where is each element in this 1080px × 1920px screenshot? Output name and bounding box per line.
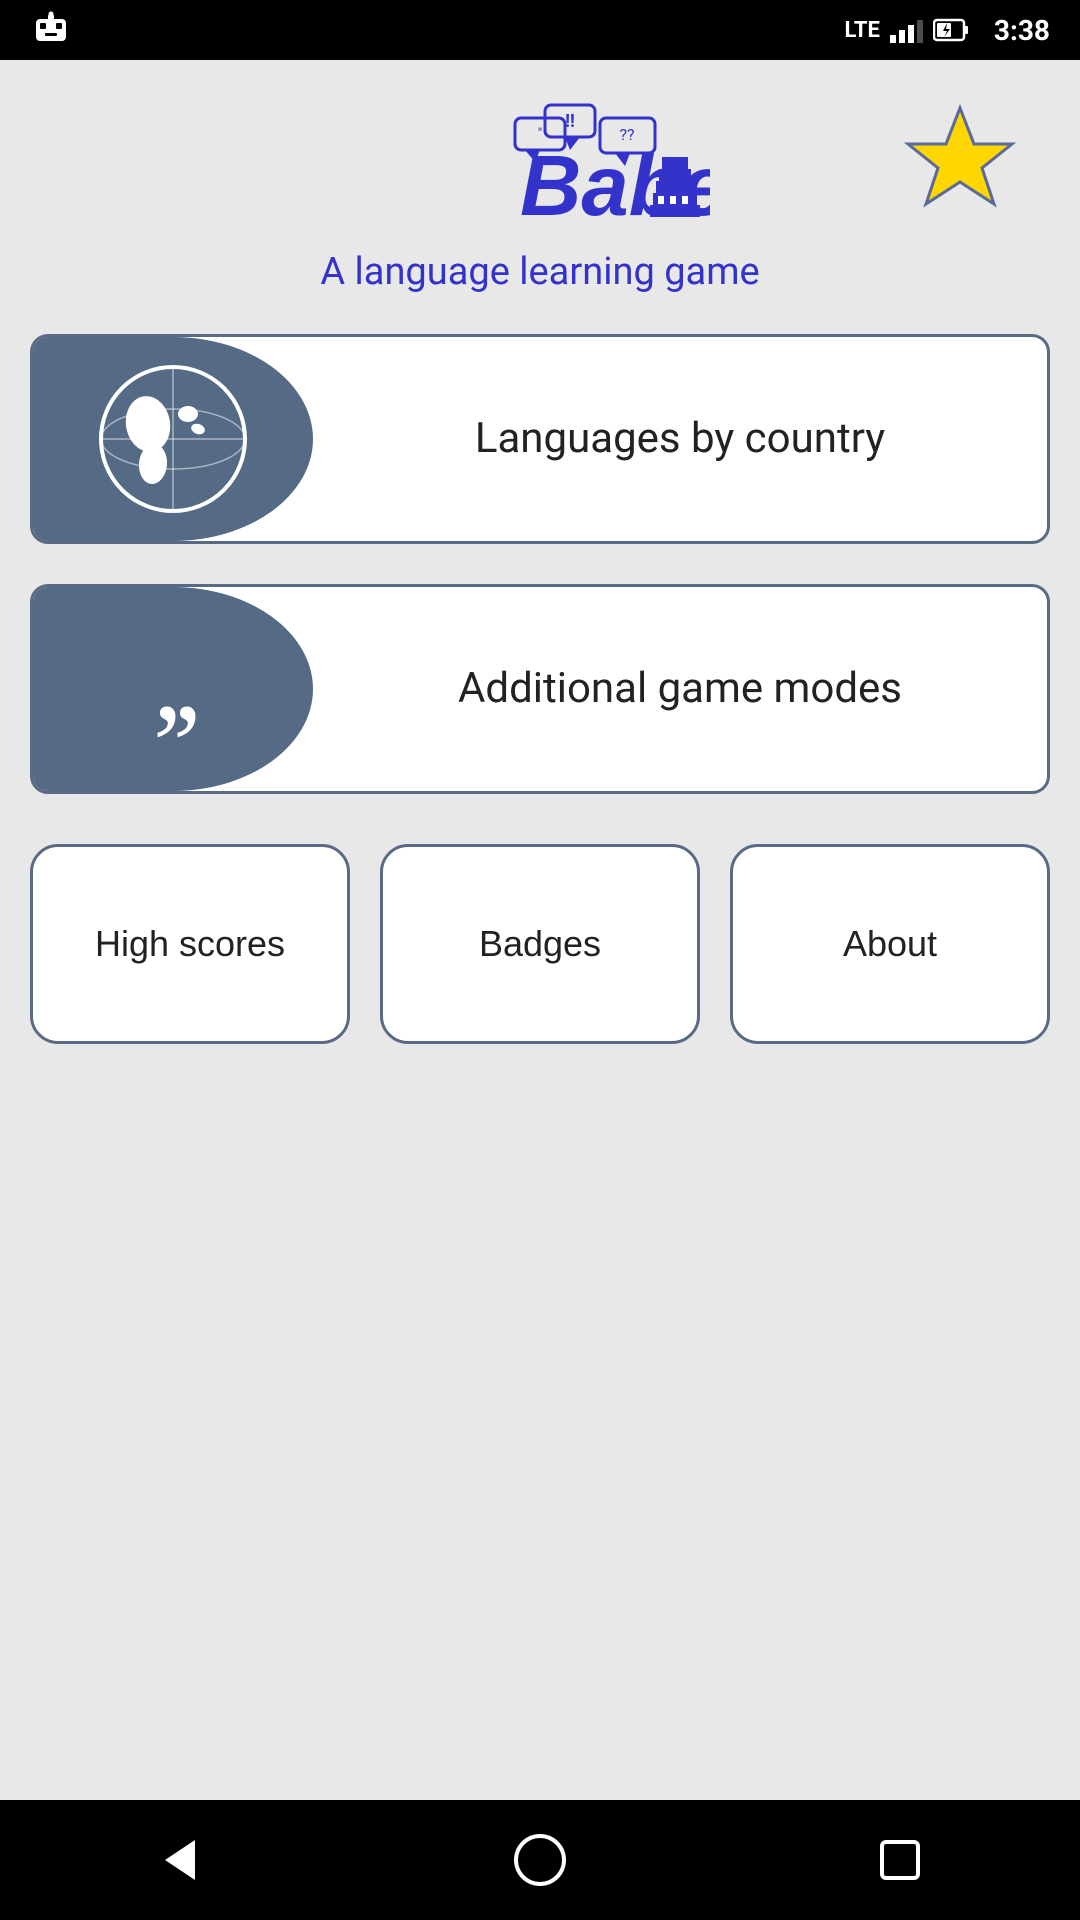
recents-icon (870, 1830, 930, 1890)
svg-text:!!: !! (565, 111, 575, 132)
star-icon (900, 100, 1020, 220)
high-scores-button[interactable]: High scores (30, 844, 350, 1044)
badges-button[interactable]: Badges (380, 844, 700, 1044)
recents-button[interactable] (870, 1830, 930, 1890)
additional-game-modes-text: Additional game modes (313, 587, 1047, 791)
app-subtitle: A language learning game (320, 250, 759, 294)
status-icons: LTE 3:38 (844, 14, 1050, 47)
battery-icon (933, 16, 969, 44)
signal-strength (890, 17, 923, 43)
notification-icon-area (30, 0, 72, 60)
app-logo: !! ?? " Babel (370, 100, 710, 240)
about-label: About (843, 923, 937, 965)
back-icon (150, 1830, 210, 1890)
languages-by-country-text: Languages by country (313, 337, 1047, 541)
logo-container: !! ?? " Babel (320, 100, 759, 294)
home-button[interactable] (510, 1830, 570, 1890)
additional-game-modes-card[interactable]: ,, Additional game modes (30, 584, 1050, 794)
back-button[interactable] (150, 1830, 210, 1890)
globe-icon (93, 359, 253, 519)
quote-marks-icon: ,, (153, 619, 193, 759)
status-bar: LTE 3:38 (0, 0, 1080, 60)
lte-indicator: LTE (844, 18, 879, 43)
favorites-star-button[interactable] (900, 100, 1020, 223)
badges-label: Badges (479, 923, 601, 965)
robot-icon (30, 9, 72, 51)
globe-icon-section (33, 337, 313, 541)
app-header: !! ?? " Babel (30, 100, 1050, 294)
quotes-icon-section: ,, (33, 587, 313, 791)
status-time: 3:38 (994, 14, 1050, 47)
languages-by-country-card[interactable]: Languages by country (30, 334, 1050, 544)
home-icon (510, 1830, 570, 1890)
navigation-bar (0, 1800, 1080, 1920)
additional-game-modes-label: Additional game modes (458, 662, 902, 717)
high-scores-label: High scores (95, 923, 285, 965)
languages-by-country-label: Languages by country (475, 412, 885, 467)
about-button[interactable]: About (730, 844, 1050, 1044)
main-content: !! ?? " Babel (0, 60, 1080, 1800)
bottom-buttons: High scores Badges About (30, 844, 1050, 1044)
